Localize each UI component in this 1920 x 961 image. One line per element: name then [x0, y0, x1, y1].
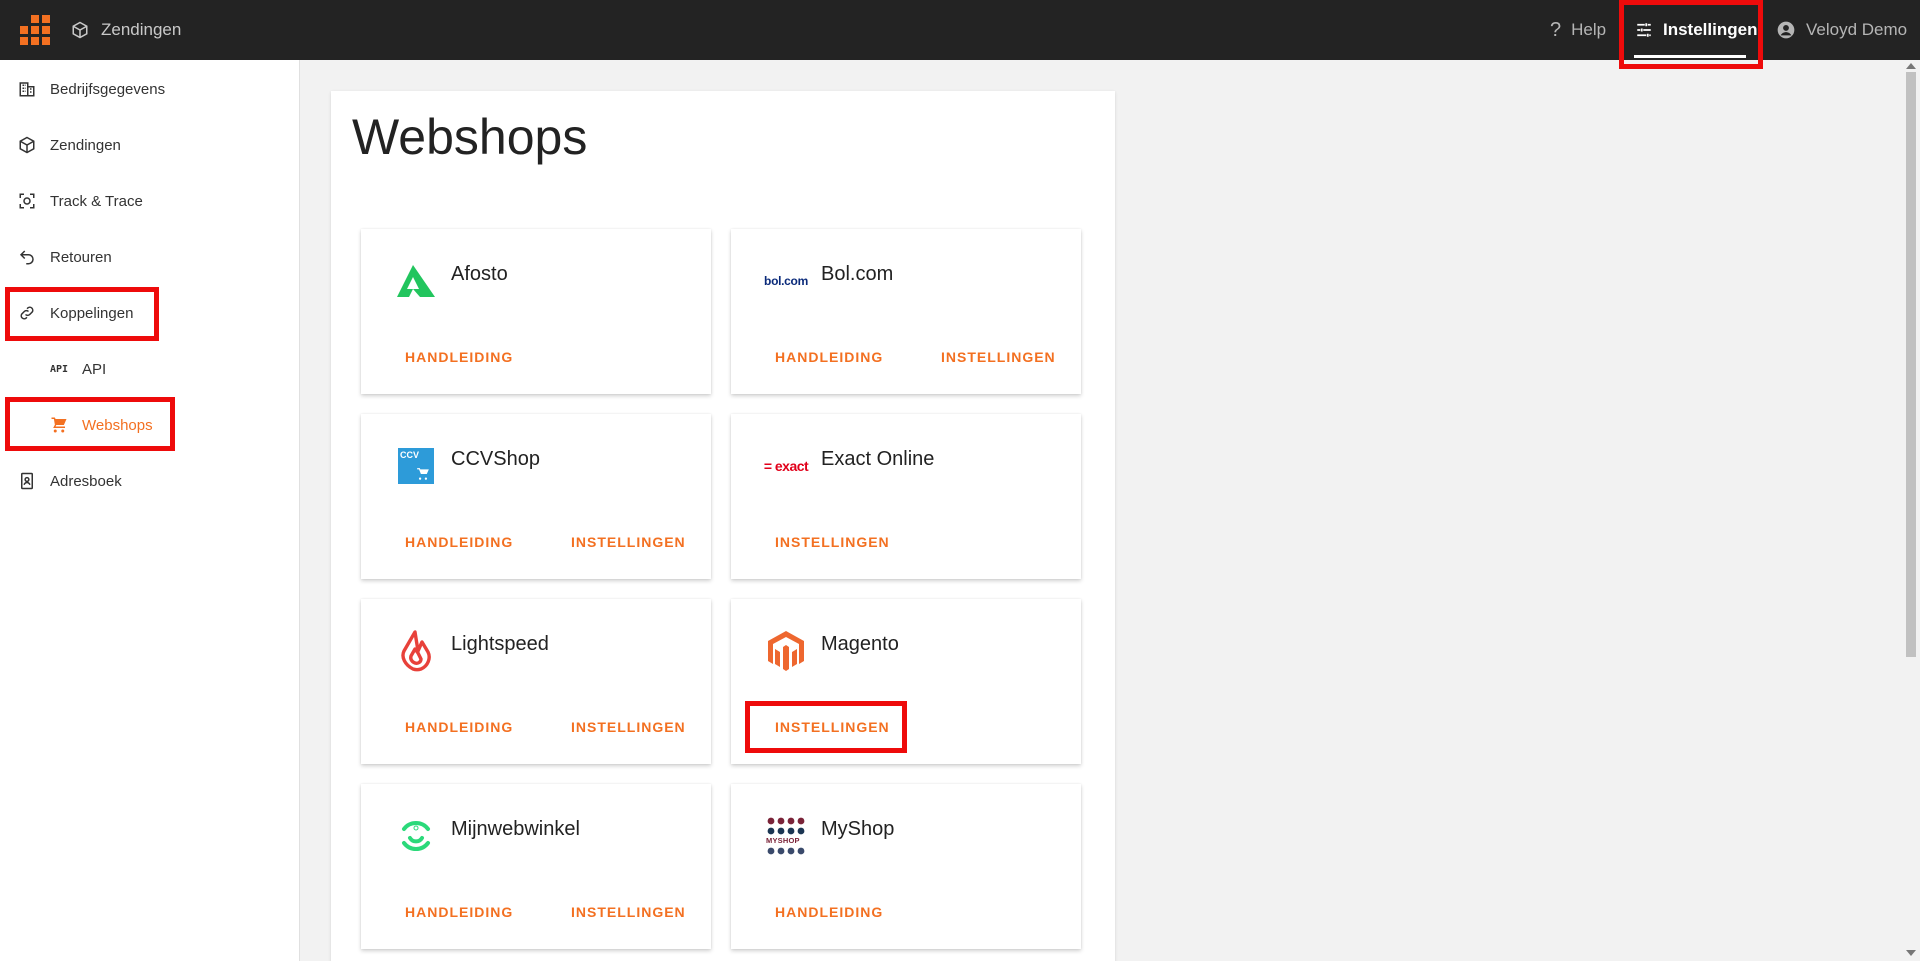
user-label: Veloyd Demo: [1806, 20, 1908, 39]
manual-button[interactable]: HANDLEIDING: [405, 719, 513, 735]
shop-card-ccvshop: CCV CCVShop HANDLEIDING INSTELLINGEN: [361, 414, 711, 579]
sidebar-item-addressbook[interactable]: Adresboek: [18, 466, 122, 496]
shop-card-lightspeed: Lightspeed HANDLEIDING INSTELLINGEN: [361, 599, 711, 764]
afosto-logo-icon: [394, 259, 438, 303]
sidebar-item-track-trace[interactable]: Track & Trace: [18, 186, 143, 216]
help-label: Help: [1571, 20, 1607, 39]
settings-tab[interactable]: Instellingen: [1635, 0, 1757, 60]
top-nav-shipments-label: Zendingen: [101, 20, 182, 39]
myshop-logo-text: MYSHOP: [766, 836, 800, 845]
sidebar-item-label: Webshops: [82, 416, 153, 434]
scroll-thumb[interactable]: [1906, 72, 1916, 657]
api-icon: API: [50, 363, 69, 375]
sidebar-item-company[interactable]: Bedrijfsgegevens: [18, 74, 165, 104]
manual-button[interactable]: HANDLEIDING: [405, 904, 513, 920]
sidebar-item-label: API: [82, 360, 107, 378]
sidebar-item-label: Retouren: [50, 248, 112, 266]
sidebar-item-label: Koppelingen: [50, 304, 134, 322]
package-icon: [72, 21, 88, 39]
sidebar-item-label: Bedrijfsgegevens: [50, 80, 166, 98]
manual-button[interactable]: HANDLEIDING: [405, 534, 513, 550]
settings-tab-indicator: [1634, 55, 1746, 58]
help-button[interactable]: ? Help: [1550, 0, 1606, 60]
settings-button[interactable]: INSTELLINGEN: [941, 349, 1056, 365]
shop-card-bol: bol.com Bol.com HANDLEIDING INSTELLINGEN: [731, 229, 1081, 394]
shop-name: Bol.com: [821, 263, 894, 285]
shop-card-myshop: MYSHOP MyShop HANDLEIDING: [731, 784, 1081, 949]
scroll-down-icon[interactable]: [1906, 950, 1916, 956]
sidebar-item-label: Track & Trace: [50, 192, 143, 210]
help-icon: ?: [1550, 18, 1562, 41]
exact-logo-text: = exact: [763, 458, 809, 474]
mijnwebwinkel-logo-icon: [394, 814, 438, 858]
myshop-logo-icon: MYSHOP: [764, 814, 808, 858]
ccvshop-logo-text: CCV: [400, 450, 420, 460]
top-navigation-bar: Zendingen ? Help Instellingen Veloyd Dem…: [0, 0, 1920, 60]
addressbook-icon: [21, 472, 33, 490]
settings-button[interactable]: INSTELLINGEN: [571, 534, 686, 550]
building-icon: [19, 82, 35, 97]
shop-name: CCVShop: [451, 448, 540, 470]
settings-button[interactable]: INSTELLINGEN: [571, 904, 686, 920]
settings-button[interactable]: INSTELLINGEN: [775, 534, 890, 550]
settings-button[interactable]: INSTELLINGEN: [775, 719, 890, 735]
magento-logo-icon: [764, 629, 808, 673]
shop-name: MyShop: [821, 818, 895, 840]
shop-card-magento: Magento INSTELLINGEN: [731, 599, 1081, 764]
settings-label: Instellingen: [1663, 20, 1758, 39]
page-title: Webshops: [352, 109, 588, 165]
page-scrollbar[interactable]: [1902, 60, 1920, 961]
top-nav-shipments[interactable]: Zendingen: [71, 16, 181, 44]
shop-name: Lightspeed: [451, 633, 549, 655]
sidebar-item-label: Adresboek: [50, 472, 122, 490]
app-logo-icon[interactable]: [20, 15, 50, 45]
sliders-icon: [1637, 23, 1651, 37]
shop-name: Magento: [821, 633, 899, 655]
manual-button[interactable]: HANDLEIDING: [775, 349, 883, 365]
cart-icon: [51, 417, 67, 433]
shop-card-afosto: Afosto HANDLEIDING: [361, 229, 711, 394]
sidebar-item-label: Zendingen: [50, 136, 121, 154]
scroll-up-icon[interactable]: [1906, 63, 1916, 69]
link-icon: [20, 306, 34, 320]
shop-name: Exact Online: [821, 448, 935, 470]
sidebar-item-returns[interactable]: Retouren: [18, 242, 112, 272]
sidebar-item-webshops[interactable]: Webshops: [50, 410, 153, 440]
manual-button[interactable]: HANDLEIDING: [775, 904, 883, 920]
settings-button[interactable]: INSTELLINGEN: [571, 719, 686, 735]
shop-card-exact: = exact Exact Online INSTELLINGEN: [731, 414, 1081, 579]
bol-logo-text: bol.com: [764, 274, 808, 288]
exact-logo-icon: = exact: [763, 444, 809, 488]
ccvshop-logo-icon: CCV: [394, 444, 438, 488]
shop-card-mijnwebwinkel: Mijnwebwinkel HANDLEIDING INSTELLINGEN: [361, 784, 711, 949]
bol-logo-icon: bol.com: [764, 259, 808, 303]
user-menu[interactable]: Veloyd Demo: [1776, 0, 1907, 60]
sidebar-item-shipments[interactable]: Zendingen: [18, 130, 121, 160]
manual-button[interactable]: HANDLEIDING: [405, 349, 513, 365]
track-icon: [19, 193, 35, 209]
sidebar-item-integrations[interactable]: Koppelingen: [18, 298, 133, 328]
shop-name: Mijnwebwinkel: [451, 818, 580, 840]
sidebar-item-api[interactable]: API API: [50, 354, 106, 384]
return-icon: [19, 250, 34, 265]
lightspeed-logo-icon: [394, 629, 438, 673]
package-icon: [19, 136, 35, 154]
shop-name: Afosto: [451, 263, 508, 285]
user-account-icon: [1777, 21, 1795, 39]
